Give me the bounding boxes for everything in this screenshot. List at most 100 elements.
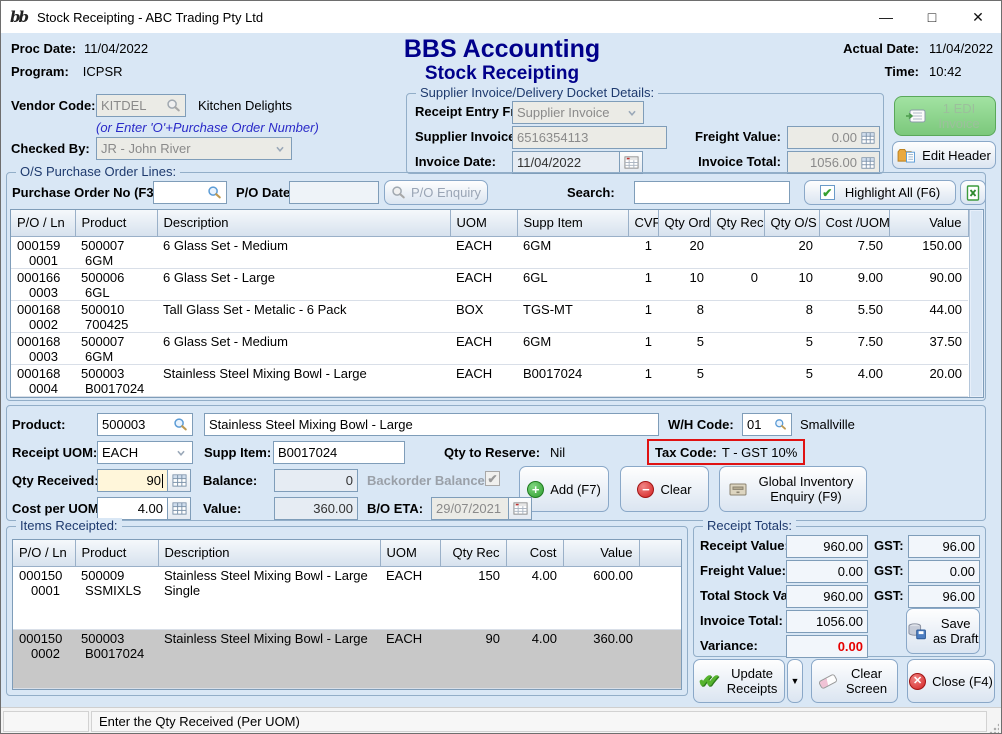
invoice-total-field[interactable]: 1056.00 [787, 151, 880, 174]
chevron-down-icon [625, 106, 639, 120]
resize-grip[interactable] [989, 723, 999, 733]
invoice-date-field[interactable]: 11/04/2022 [512, 151, 620, 174]
product-description-field[interactable]: Stainless Steel Mixing Bowl - Large [204, 413, 659, 436]
vendor-search-icon[interactable] [166, 98, 181, 113]
global-inventory-enquiry-button[interactable]: Global Inventory Enquiry (F9) [719, 466, 867, 512]
supp-item-value: B0017024 [278, 445, 400, 460]
items-table-header-row: P/O / Ln Product Description UOM Qty Rec… [13, 540, 681, 566]
col-supp-item[interactable]: Supp Item [517, 210, 628, 236]
po-enquiry-button[interactable]: P/O Enquiry [384, 180, 488, 205]
minimize-button[interactable]: — [863, 1, 909, 33]
wh-code-field[interactable]: 01 [742, 413, 792, 436]
qty-received-value: 90 [102, 473, 161, 488]
add-button[interactable]: + Add (F7) [519, 466, 609, 512]
invoice-date-picker-button[interactable] [619, 151, 643, 174]
checked-by-label: Checked By: [11, 141, 90, 156]
maximize-button[interactable]: □ [909, 1, 955, 33]
close-window-button[interactable]: ✕ [955, 1, 1001, 33]
edi-import-icon [905, 108, 927, 124]
col-po-ln[interactable]: P/O / Ln [11, 210, 75, 236]
col-cvf[interactable]: CVF [628, 210, 658, 236]
update-receipts-button[interactable]: ✔✔ Update Receipts [693, 659, 785, 703]
col-value[interactable]: Value [563, 540, 639, 566]
total-stock-label: Total Stock Val: [700, 588, 796, 603]
variance-label: Variance: [700, 638, 758, 653]
qty-received-input[interactable]: 90 [97, 469, 168, 492]
po-table-row[interactable]: 0001680002 500010700425 Tall Glass Set -… [11, 300, 968, 332]
col-uom[interactable]: UOM [380, 540, 440, 566]
po-table-row[interactable]: 0001590001 5000076GM 6 Glass Set - Mediu… [11, 236, 968, 268]
close-button[interactable]: ✕ Close (F4) [907, 659, 995, 703]
clear-screen-button[interactable]: Clear Screen [811, 659, 898, 703]
calculator-icon[interactable] [861, 156, 875, 170]
po-date-field[interactable] [289, 181, 379, 204]
freight-total-label: Freight Value: [700, 563, 786, 578]
freight-value-field[interactable]: 0.00 [787, 126, 880, 149]
receipt-uom-value: EACH [102, 445, 174, 460]
po-table-scrollbar[interactable] [969, 210, 984, 397]
freight-total-field: 0.00 [786, 560, 868, 583]
stock-receipting-window: bb Stock Receipting - ABC Trading Pty Lt… [0, 0, 1002, 734]
clear-button[interactable]: − Clear [620, 466, 709, 512]
col-cost[interactable]: Cost [506, 540, 563, 566]
bo-eta-picker-button[interactable] [508, 497, 532, 520]
edit-header-label: Edit Header [922, 148, 991, 163]
highlight-all-checkbox[interactable]: ✔ [820, 185, 835, 200]
freight-value: 0.00 [792, 130, 857, 145]
col-qty-ord[interactable]: Qty Ord [658, 210, 710, 236]
receipt-entry-from-dropdown[interactable]: Supplier Invoice [512, 101, 644, 124]
calculator-icon[interactable] [861, 131, 875, 145]
edi-invoice-button[interactable]: 1 EDI Invoice [894, 96, 996, 136]
po-date-label: P/O Date: [236, 185, 295, 200]
col-uom[interactable]: UOM [450, 210, 517, 236]
supp-item-field[interactable]: B0017024 [273, 441, 405, 464]
po-table-row[interactable]: 0001680003 5000076GM 6 Glass Set - Mediu… [11, 332, 968, 364]
po-lines-legend: O/S Purchase Order Lines: [16, 164, 180, 179]
cost-per-uom-input[interactable]: 4.00 [97, 497, 168, 520]
update-receipts-dropdown-button[interactable]: ▼ [787, 659, 803, 703]
time-value: 10:42 [929, 64, 962, 79]
col-cost-uom[interactable]: Cost /UOM [819, 210, 889, 236]
edit-header-button[interactable]: Edit Header [892, 141, 996, 169]
highlight-all-button[interactable]: ✔ Highlight All (F6) [804, 180, 956, 205]
excel-icon [965, 185, 981, 201]
col-qty-rec[interactable]: Qty Rec [440, 540, 506, 566]
cost-calc-button[interactable] [167, 497, 191, 520]
status-message: Enter the Qty Received (Per UOM) [99, 714, 300, 729]
items-table-row[interactable]: 0001500001 500009SSMIXLS Stainless Steel… [13, 566, 681, 629]
eraser-icon [817, 673, 837, 689]
supplier-invoice-group: Supplier Invoice/Delivery Docket Details… [406, 93, 884, 174]
backorder-balance-checkbox[interactable]: ✔ [485, 471, 500, 486]
col-description[interactable]: Description [157, 210, 450, 236]
po-search-icon[interactable] [207, 185, 222, 200]
product-search-icon[interactable] [173, 417, 188, 432]
wh-code-value: 01 [747, 417, 774, 432]
export-excel-button[interactable] [960, 180, 986, 205]
items-table-row-selected[interactable]: 0001500002 500003B0017024 Stainless Stee… [13, 629, 681, 688]
chevron-down-icon [174, 446, 188, 460]
col-qty-os[interactable]: Qty O/S [764, 210, 819, 236]
product-code-field[interactable]: 500003 [97, 413, 193, 436]
bo-eta-value: 29/07/2021 [436, 501, 504, 516]
po-no-field[interactable] [153, 181, 227, 204]
app-title: BBS Accounting [302, 35, 702, 64]
col-description[interactable]: Description [158, 540, 380, 566]
search-input[interactable] [634, 181, 790, 204]
po-table-row[interactable]: 0001680004 500003B0017024 Stainless Stee… [11, 364, 968, 396]
col-value[interactable]: Value [889, 210, 968, 236]
po-table-row[interactable]: 0001660003 5000066GL 6 Glass Set - Large… [11, 268, 968, 300]
receipt-uom-dropdown[interactable]: EACH [97, 441, 193, 464]
col-product[interactable]: Product [75, 540, 158, 566]
col-po-ln[interactable]: P/O / Ln [13, 540, 75, 566]
qty-received-calc-button[interactable] [167, 469, 191, 492]
calculator-icon [172, 501, 187, 516]
bo-eta-field[interactable]: 29/07/2021 [431, 497, 509, 520]
col-qty-rec[interactable]: Qty Rec [710, 210, 764, 236]
col-product[interactable]: Product [75, 210, 157, 236]
supplier-invoice-no-field[interactable]: 6516354113 [512, 126, 667, 149]
checked-by-dropdown[interactable]: JR - John River [96, 137, 292, 160]
vendor-code-field[interactable]: KITDEL [96, 94, 186, 117]
program-label: Program: [11, 64, 69, 79]
save-as-draft-button[interactable]: Save as Draft [906, 608, 980, 654]
wh-search-icon[interactable] [774, 418, 787, 431]
